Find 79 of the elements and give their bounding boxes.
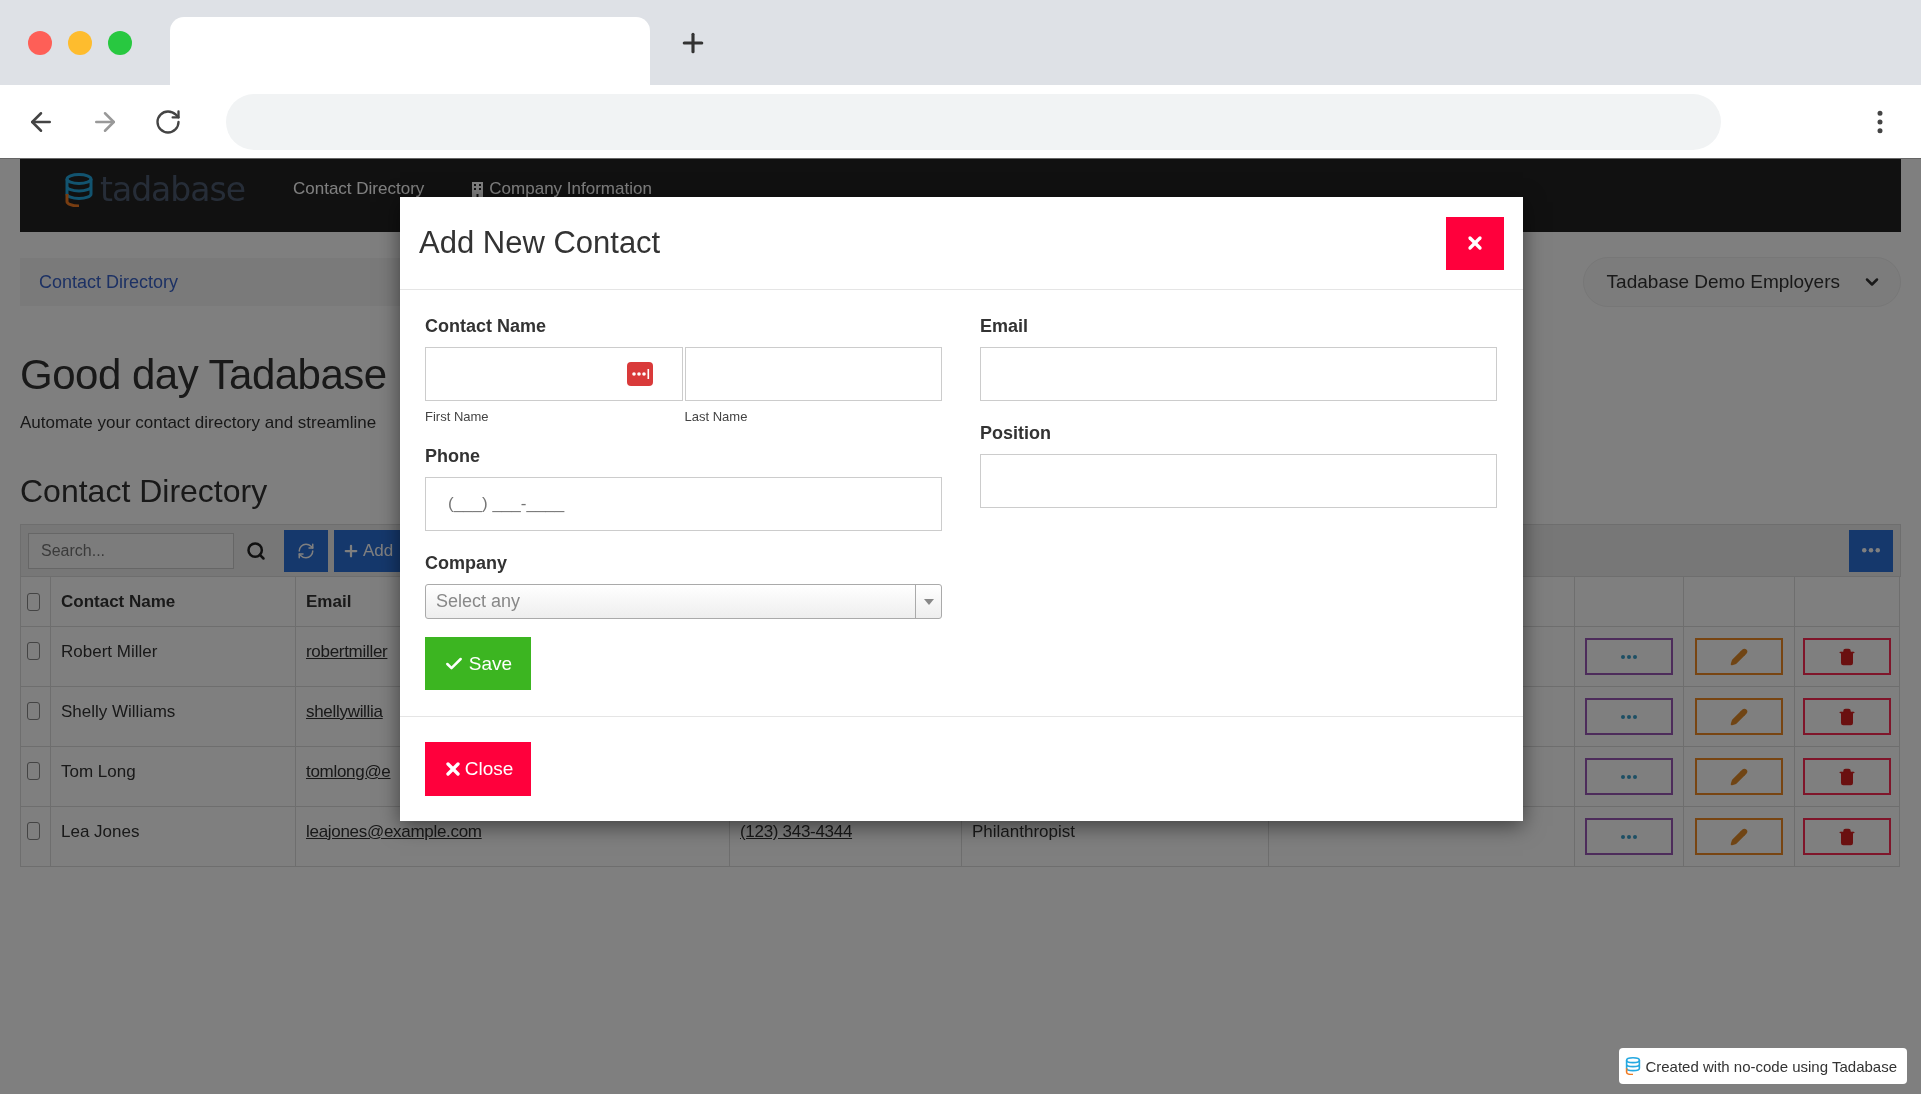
- refresh-icon: [297, 541, 315, 560]
- section-title: Contact Directory: [20, 473, 268, 510]
- email-link[interactable]: tomlong@e: [306, 762, 391, 782]
- refresh-button[interactable]: [284, 529, 328, 572]
- name-input[interactable]: [684, 347, 942, 401]
- edit-button[interactable]: [1695, 758, 1783, 795]
- table-cell: Shelly Williams: [51, 687, 296, 747]
- column-header: Contact Name: [51, 577, 296, 627]
- phone-link[interactable]: (123) 343-4344: [740, 822, 853, 842]
- field-label: Contact Name: [425, 316, 548, 337]
- row-checkbox[interactable]: [27, 822, 40, 840]
- made-with-badge[interactable]: Created with no-code using Tadabase: [1619, 1048, 1907, 1084]
- app-switcher[interactable]: Tadabase Demo Employers: [1583, 257, 1901, 307]
- close-window-icon[interactable]: [28, 30, 52, 55]
- trash-icon: [1838, 827, 1856, 846]
- caret-icon: [923, 598, 934, 605]
- table-cell: Robert Miller: [51, 627, 296, 687]
- nav-link[interactable]: Contact Directory: [293, 179, 425, 199]
- reload-icon[interactable]: [154, 107, 182, 136]
- logo-icon: [1625, 1056, 1642, 1076]
- search-icon[interactable]: [246, 540, 266, 561]
- close-button[interactable]: [1446, 216, 1504, 270]
- delete-button[interactable]: [1803, 758, 1891, 795]
- nav-link[interactable]: Company Information: [472, 179, 652, 199]
- close-button[interactable]: Close: [425, 742, 531, 796]
- add-button[interactable]: Add: [334, 529, 402, 572]
- row-checkbox[interactable]: [27, 702, 40, 720]
- save-button[interactable]: Save: [425, 637, 531, 690]
- field-hint: Last Name: [684, 409, 749, 424]
- table-cell: Tom Long: [51, 747, 296, 807]
- trash-icon: [1838, 647, 1856, 666]
- ellipsis-icon: [1621, 654, 1637, 659]
- field-label: Company: [425, 553, 508, 574]
- text-input[interactable]: [980, 347, 1497, 401]
- trash-icon: [1838, 707, 1856, 726]
- email-link[interactable]: leajones@example.com: [306, 822, 482, 842]
- delete-button[interactable]: [1803, 818, 1891, 855]
- details-button[interactable]: [1585, 758, 1673, 795]
- pencil-icon: [1730, 647, 1748, 666]
- details-button[interactable]: [1585, 818, 1673, 855]
- email-link[interactable]: shellywillia: [306, 702, 383, 722]
- details-button[interactable]: [1585, 698, 1673, 735]
- logo-icon: [64, 172, 94, 208]
- trash-icon: [1838, 767, 1856, 786]
- row-checkbox[interactable]: [27, 762, 40, 780]
- pencil-icon: [1730, 827, 1748, 846]
- email-link[interactable]: robertmiller: [306, 642, 388, 662]
- text-input[interactable]: [980, 454, 1497, 508]
- ellipsis-icon: [1621, 714, 1637, 719]
- delete-button[interactable]: [1803, 638, 1891, 675]
- modal-title: Add New Contact: [419, 225, 661, 261]
- ellipsis-icon: [1621, 774, 1637, 779]
- delete-button[interactable]: [1803, 698, 1891, 735]
- intro-text: Automate your contact directory and streamline: [20, 413, 377, 433]
- details-button[interactable]: [1585, 638, 1673, 675]
- ellipsis-icon: [1621, 834, 1637, 839]
- table-cell: Lea Jones: [51, 807, 296, 867]
- select-all-checkbox[interactable]: [27, 592, 40, 611]
- edit-button[interactable]: [1695, 818, 1783, 855]
- ellipsis-icon: [1862, 548, 1880, 553]
- field-label: Position: [980, 423, 1052, 444]
- row-checkbox[interactable]: [27, 642, 40, 660]
- field-label: Email: [980, 316, 1030, 337]
- text-input[interactable]: (___) ___-____: [425, 477, 942, 531]
- search-field[interactable]: Search...: [28, 532, 234, 569]
- maximize-window-icon[interactable]: [108, 30, 132, 55]
- more-options-button[interactable]: [1849, 529, 1893, 572]
- edit-button[interactable]: [1695, 698, 1783, 735]
- company-select[interactable]: Select any: [425, 584, 942, 619]
- greeting-heading: Good day Tadabase: [20, 351, 387, 399]
- field-hint: First Name: [425, 409, 490, 424]
- edit-button[interactable]: [1695, 638, 1783, 675]
- pencil-icon: [1730, 767, 1748, 786]
- badge-text: Created with no-code using Tadabase: [1645, 1057, 1897, 1075]
- name-input[interactable]: [425, 347, 683, 401]
- field-label: Phone: [425, 446, 481, 467]
- password-manager-icon[interactable]: [626, 362, 653, 386]
- close-icon: [1465, 233, 1485, 253]
- pencil-icon: [1730, 707, 1748, 726]
